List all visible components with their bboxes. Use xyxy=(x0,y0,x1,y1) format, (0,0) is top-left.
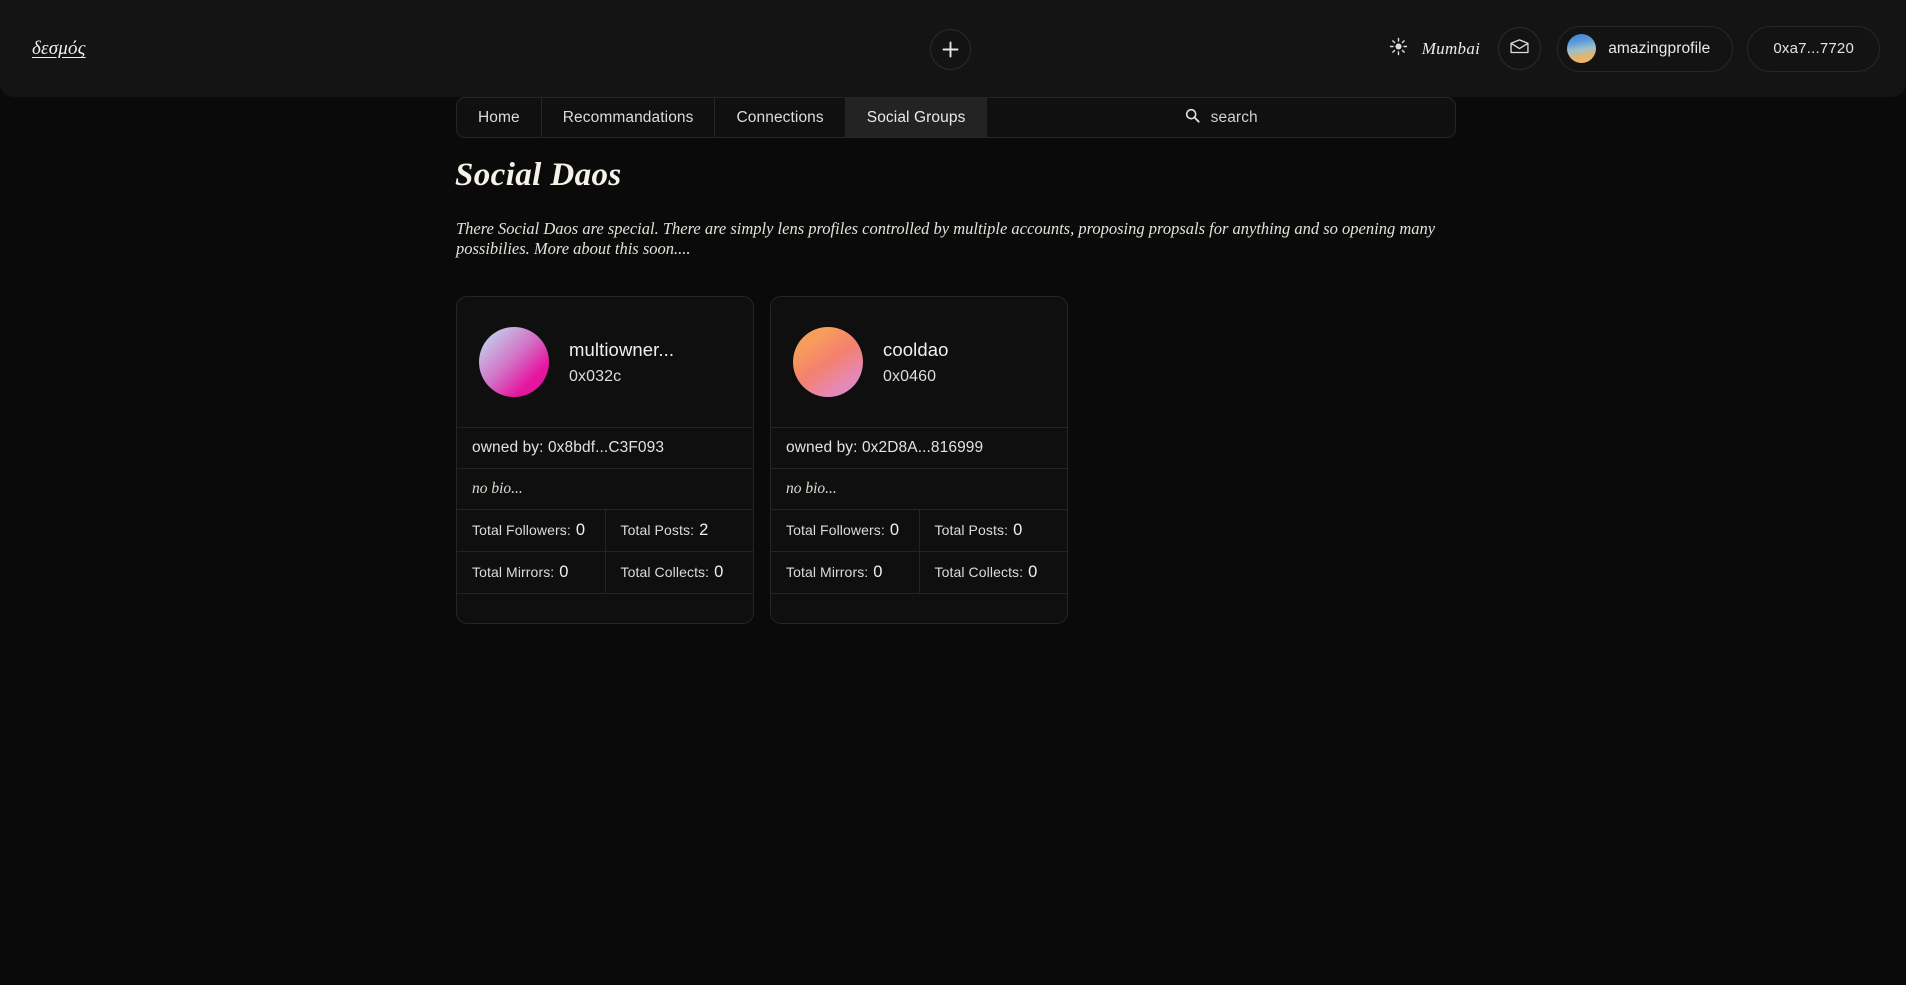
stat-collects: Total Collects: 0 xyxy=(604,552,754,593)
dao-identity: cooldao 0x0460 xyxy=(883,339,949,386)
dao-owner: owned by: 0x2D8A...816999 xyxy=(771,427,1067,468)
stat-followers-label: Total Followers: xyxy=(472,522,571,538)
stat-followers-label: Total Followers: xyxy=(786,522,885,538)
dao-stats-row: Total Followers: 0 Total Posts: 0 xyxy=(771,509,1067,551)
stat-collects-label: Total Collects: xyxy=(620,564,710,580)
dao-stats-row: Total Followers: 0 Total Posts: 2 xyxy=(457,509,753,551)
stat-posts-label: Total Posts: xyxy=(934,522,1009,538)
envelope-icon xyxy=(1510,38,1529,59)
stat-collects-value: 0 xyxy=(714,563,724,581)
dao-profile-id: 0x032c xyxy=(569,367,622,385)
dao-bio: no bio... xyxy=(771,468,1067,509)
dao-owner: owned by: 0x8bdf...C3F093 xyxy=(457,427,753,468)
dao-stats-row: Total Mirrors: 0 Total Collects: 0 xyxy=(771,551,1067,593)
stat-mirrors-label: Total Mirrors: xyxy=(472,564,555,580)
dao-card[interactable]: cooldao 0x0460 owned by: 0x2D8A...816999… xyxy=(770,296,1068,624)
page-description: There Social Daos are special. There are… xyxy=(456,219,1436,258)
dao-profile-id: 0x0460 xyxy=(883,367,937,385)
tab-connections[interactable]: Connections xyxy=(715,98,846,137)
stat-followers-value: 0 xyxy=(889,521,900,539)
search-input[interactable]: search xyxy=(987,98,1455,137)
dao-handle: cooldao xyxy=(883,338,949,360)
dao-avatar xyxy=(479,327,549,397)
dao-card-header: multiowner... 0x032c xyxy=(457,297,753,427)
stat-posts-value: 0 xyxy=(1013,521,1023,539)
dao-identity: multiowner... 0x032c xyxy=(569,339,674,386)
dao-card-footer xyxy=(457,593,753,623)
stat-followers-value: 0 xyxy=(575,521,586,539)
theme-toggle-button[interactable] xyxy=(1382,32,1416,66)
search-icon xyxy=(1185,108,1200,128)
stat-posts-label: Total Posts: xyxy=(620,522,695,538)
brand-logo[interactable]: δεσμός xyxy=(32,38,86,60)
stat-followers: Total Followers: 0 xyxy=(771,510,919,551)
stat-mirrors-value: 0 xyxy=(559,563,569,581)
dao-bio: no bio... xyxy=(457,468,753,509)
stat-mirrors-value: 0 xyxy=(873,563,883,581)
plus-icon xyxy=(941,40,960,59)
dao-stats-row: Total Mirrors: 0 Total Collects: 0 xyxy=(457,551,753,593)
stat-posts: Total Posts: 0 xyxy=(918,510,1068,551)
stat-mirrors: Total Mirrors: 0 xyxy=(771,552,919,593)
stat-collects-label: Total Collects: xyxy=(934,564,1024,580)
stat-posts: Total Posts: 2 xyxy=(604,510,754,551)
wallet-address: 0xa7...7720 xyxy=(1773,40,1854,57)
dao-card-header: cooldao 0x0460 xyxy=(771,297,1067,427)
wallet-address-button[interactable]: 0xa7...7720 xyxy=(1747,25,1880,72)
avatar xyxy=(1567,34,1597,63)
stat-posts-value: 2 xyxy=(699,521,709,539)
dao-card-footer xyxy=(771,593,1067,623)
search-placeholder: search xyxy=(1210,108,1258,126)
header-actions: Mumbai amazingprofile 0xa7...7720 xyxy=(1382,0,1880,97)
messages-button[interactable] xyxy=(1498,27,1542,70)
stat-mirrors: Total Mirrors: 0 xyxy=(457,552,605,593)
stat-collects-value: 0 xyxy=(1028,563,1038,581)
dao-avatar xyxy=(793,327,863,397)
add-button[interactable] xyxy=(930,29,971,70)
page-title: Social Daos xyxy=(455,157,622,193)
profile-button[interactable]: amazingprofile xyxy=(1557,25,1734,72)
dao-card[interactable]: multiowner... 0x032c owned by: 0x8bdf...… xyxy=(456,296,754,624)
network-label: Mumbai xyxy=(1421,38,1481,58)
stat-collects: Total Collects: 0 xyxy=(918,552,1068,593)
tab-home[interactable]: Home xyxy=(457,98,542,137)
stat-mirrors-label: Total Mirrors: xyxy=(786,564,869,580)
tab-social-groups[interactable]: Social Groups xyxy=(845,98,988,137)
app-header: δεσμός Mumbai amazingprofile 0xa7...7720 xyxy=(0,0,1906,97)
nav-tabbar: Home Recommandations Connections Social … xyxy=(456,97,1456,138)
dao-handle: multiowner... xyxy=(569,338,675,360)
profile-name: amazingprofile xyxy=(1608,39,1711,57)
dao-card-list: multiowner... 0x032c owned by: 0x8bdf...… xyxy=(456,296,1068,624)
stat-followers: Total Followers: 0 xyxy=(457,510,605,551)
sun-icon xyxy=(1389,37,1408,61)
tab-recommandations[interactable]: Recommandations xyxy=(542,98,716,137)
